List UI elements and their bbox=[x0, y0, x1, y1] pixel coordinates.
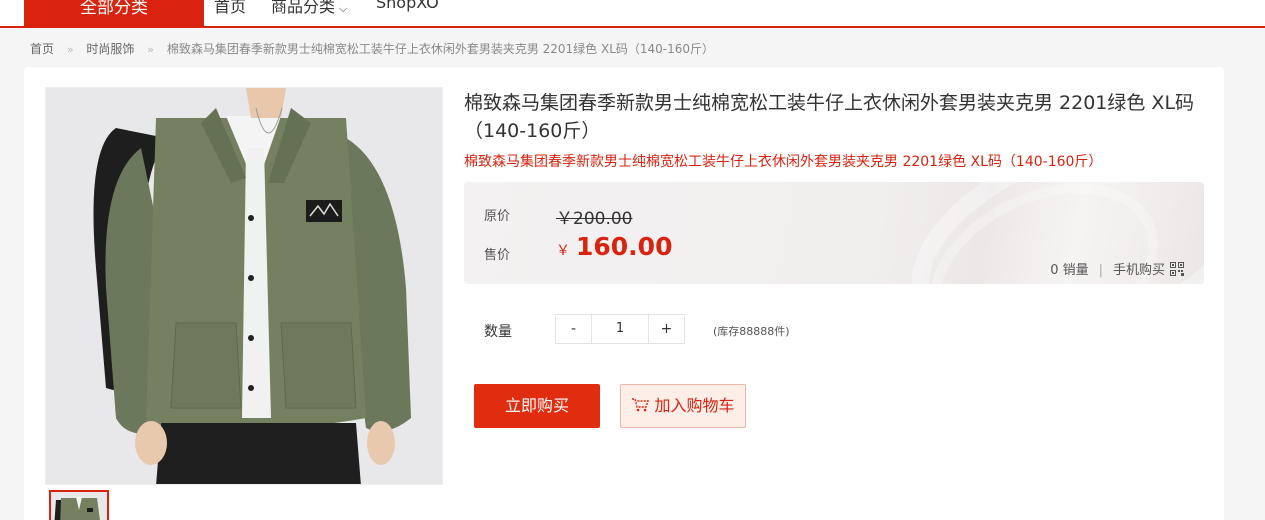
product-main-image[interactable] bbox=[45, 87, 443, 485]
quantity-stepper: - 1 + bbox=[555, 314, 685, 344]
add-to-cart-button[interactable]: 加入购物车 bbox=[620, 384, 746, 428]
nav-product-categories[interactable]: 商品分类 ⌵ bbox=[271, 0, 347, 17]
stock-info: (库存88888件) bbox=[713, 325, 790, 338]
breadcrumb-category[interactable]: 时尚服饰 bbox=[86, 42, 134, 56]
chevron-down-icon: ⌵ bbox=[339, 2, 348, 15]
breadcrumb-separator: » bbox=[66, 43, 74, 56]
currency-symbol: ￥ bbox=[556, 243, 570, 259]
sale-price-label: 售价 bbox=[484, 248, 511, 263]
sales-count: 0 销量 bbox=[1050, 263, 1089, 278]
quantity-increase-button[interactable]: + bbox=[649, 315, 684, 343]
original-price: ￥200.00 bbox=[556, 209, 633, 229]
sales-info: 0 销量 | 手机购买 bbox=[1050, 259, 1184, 278]
add-to-cart-label: 加入购物车 bbox=[654, 396, 735, 415]
breadcrumb-current: 棉致森马集团春季新款男士纯棉宽松工装牛仔上衣休闲外套男装夹克男 2201绿色 X… bbox=[166, 42, 715, 56]
divider: | bbox=[1098, 263, 1103, 278]
original-price-label: 原价 bbox=[484, 209, 511, 224]
top-nav: 全部分类 首页 商品分类 ⌵ ShopXO bbox=[0, 0, 1265, 28]
cart-icon bbox=[631, 386, 650, 412]
buy-now-button[interactable]: 立即购买 bbox=[474, 384, 600, 428]
breadcrumb-separator: » bbox=[147, 43, 154, 56]
product-title: 棉致森马集团春季新款男士纯棉宽松工装牛仔上衣休闲外套男装夹克男 2201绿色 X… bbox=[464, 92, 1195, 142]
jacket-thumbnail-photo bbox=[51, 492, 107, 520]
breadcrumb-home[interactable]: 首页 bbox=[30, 42, 54, 56]
breadcrumb: 首页 » 时尚服饰 » 棉致森马集团春季新款男士纯棉宽松工装牛仔上衣休闲外套男装… bbox=[30, 40, 714, 57]
nav-product-categories-label: 商品分类 bbox=[271, 0, 336, 16]
jacket-photo bbox=[46, 88, 442, 484]
all-categories-button[interactable]: 全部分类 bbox=[24, 0, 204, 26]
quantity-label: 数量 bbox=[484, 324, 512, 340]
qr-code-icon[interactable] bbox=[1170, 262, 1184, 276]
product-thumbnail[interactable] bbox=[49, 490, 109, 520]
quantity-input[interactable]: 1 bbox=[591, 315, 649, 343]
product-subtitle: 棉致森马集团春季新款男士纯棉宽松工装牛仔上衣休闲外套男装夹克男 2201绿色 X… bbox=[464, 154, 1103, 170]
quantity-decrease-button[interactable]: - bbox=[556, 315, 591, 343]
price-box: 原价 ￥200.00 售价 ￥ 160.00 0 销量 | 手机购买 bbox=[464, 182, 1204, 284]
sale-price: ￥ 160.00 bbox=[556, 232, 672, 261]
sale-price-value: 160.00 bbox=[576, 232, 673, 261]
mobile-buy-link[interactable]: 手机购买 bbox=[1113, 263, 1165, 278]
nav-home-link[interactable]: 首页 bbox=[214, 0, 246, 17]
nav-brand-link[interactable]: ShopXO bbox=[376, 0, 439, 12]
